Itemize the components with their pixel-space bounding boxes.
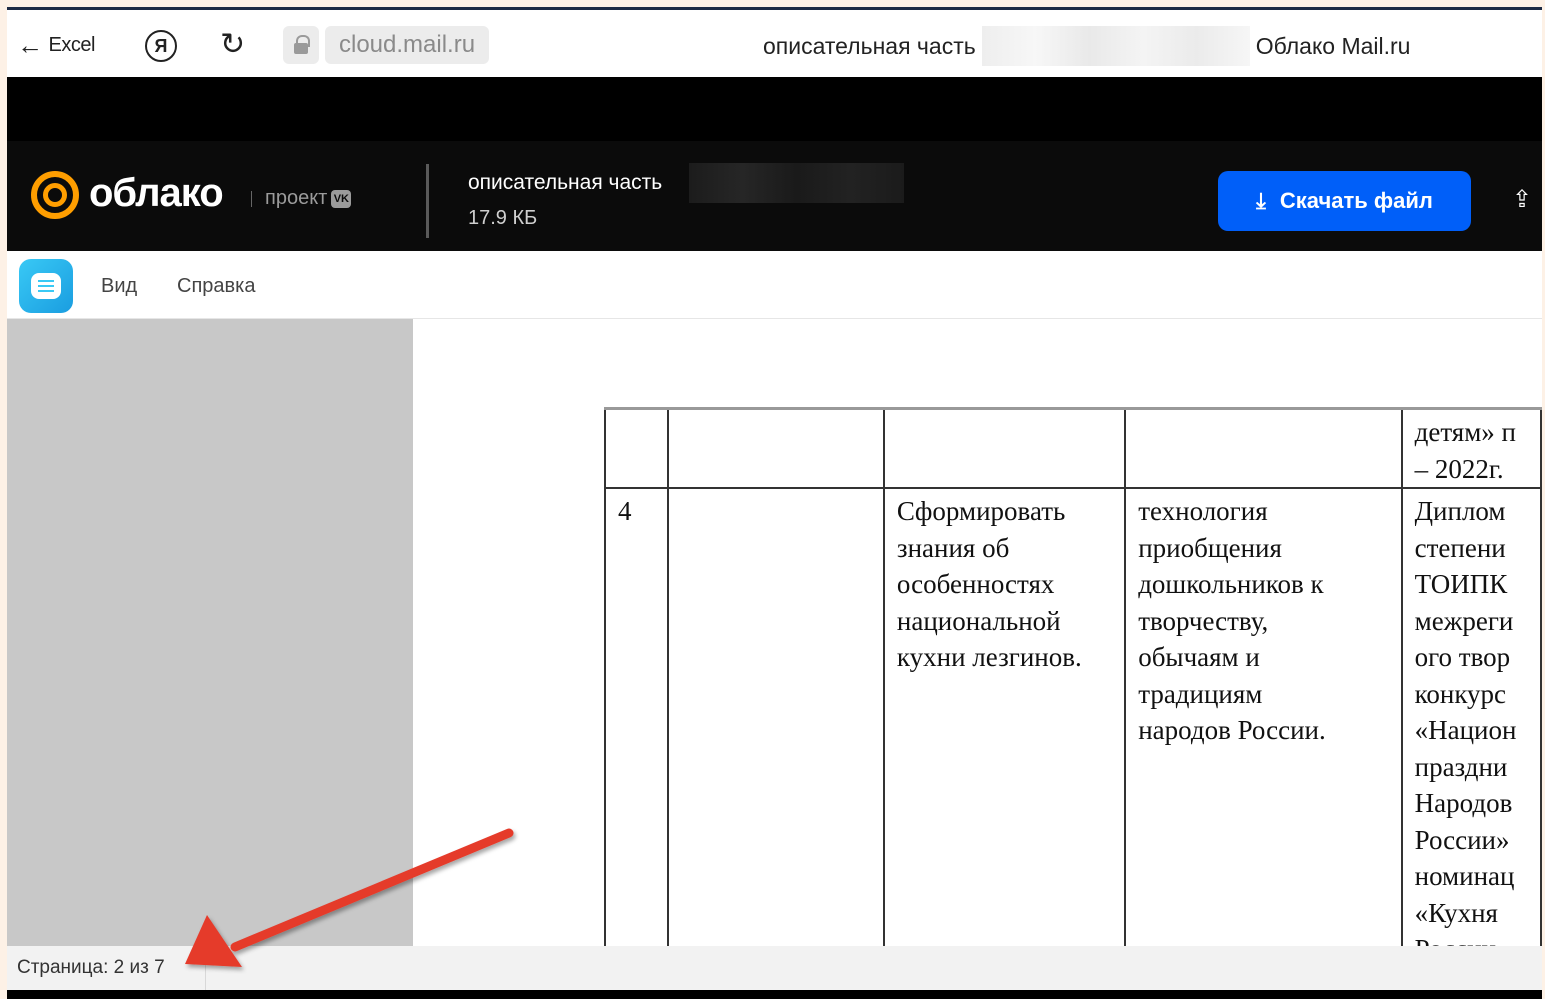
site-name: Облако Mail.ru — [1255, 32, 1411, 59]
page-counter: Страница: 2 из 7 — [17, 957, 165, 978]
yandex-icon[interactable]: Я — [145, 30, 177, 62]
browser-toolbar: ← Excel Я ↻ cloud.mail.ru описательная ч… — [7, 7, 1542, 77]
status-divider — [205, 946, 206, 990]
cloud-upload-icon[interactable]: ⇪ — [1512, 185, 1532, 214]
top-band — [7, 77, 1542, 141]
logo-text[interactable]: облако — [89, 171, 224, 216]
back-button[interactable]: ← Excel — [17, 30, 95, 60]
download-icon: ⤓ — [1256, 188, 1266, 213]
browser-window: ← Excel Я ↻ cloud.mail.ru описательная ч… — [7, 7, 1542, 999]
logo-project: проект VK — [265, 187, 352, 210]
redacted-title — [981, 26, 1250, 66]
address-bar[interactable]: cloud.mail.ru — [325, 26, 490, 64]
page-title: описательная часть Облако Mail.ru — [763, 26, 1411, 66]
row-number: 4 — [604, 487, 669, 946]
file-size: 17.9 КБ — [468, 207, 538, 229]
file-name: описательная часть — [468, 171, 663, 194]
table-cell: технология приобщения дошкольников к тво… — [1124, 487, 1403, 946]
thumbnail-sidebar — [7, 319, 413, 946]
url-text: cloud.mail.ru — [339, 31, 476, 58]
bottom-edge — [7, 990, 1542, 999]
document-app-icon[interactable] — [19, 259, 73, 313]
table-row: 4 Сформировать знания об особенностях на… — [604, 487, 1542, 946]
redacted-file-name — [689, 163, 904, 203]
table-row: детям» п – 2022г. — [604, 407, 1542, 489]
document-viewer[interactable]: детям» п – 2022г. 4 Сформировать знания … — [413, 319, 1542, 946]
table-cell — [882, 407, 1127, 489]
table-cell — [604, 407, 669, 489]
logo-separator — [251, 191, 252, 207]
vk-icon: VK — [331, 189, 352, 208]
menu-help[interactable]: Справка — [177, 275, 255, 298]
status-bar: Страница: 2 из 7 — [7, 946, 1542, 990]
tab-title: описательная часть — [763, 32, 976, 59]
arrow-left-icon: ← — [17, 30, 43, 60]
mail-at-logo-icon[interactable] — [31, 171, 79, 219]
table-cell — [1124, 407, 1403, 489]
menu-view[interactable]: Вид — [101, 275, 137, 298]
logo-sub: проект — [265, 187, 328, 209]
table-cell: Диплом степени ТОИПК межреги ого твор ко… — [1400, 487, 1542, 946]
document-table: детям» п – 2022г. 4 Сформировать знания … — [604, 407, 1542, 946]
download-button[interactable]: ⤓ Скачать файл — [1218, 171, 1471, 231]
table-cell: Сформировать знания об особенностях наци… — [882, 487, 1127, 946]
app-header: облако проект VK описательная часть 17.9… — [7, 141, 1542, 251]
header-divider — [426, 164, 429, 238]
table-cell — [666, 407, 885, 489]
table-cell — [666, 487, 885, 946]
download-label: Скачать файл — [1279, 188, 1433, 213]
back-label: Excel — [48, 33, 96, 56]
lock-icon[interactable] — [283, 26, 319, 64]
viewer-menu-bar: Вид Справка — [7, 251, 1542, 319]
reload-icon[interactable]: ↻ — [220, 27, 245, 62]
table-cell: детям» п – 2022г. — [1400, 407, 1542, 489]
